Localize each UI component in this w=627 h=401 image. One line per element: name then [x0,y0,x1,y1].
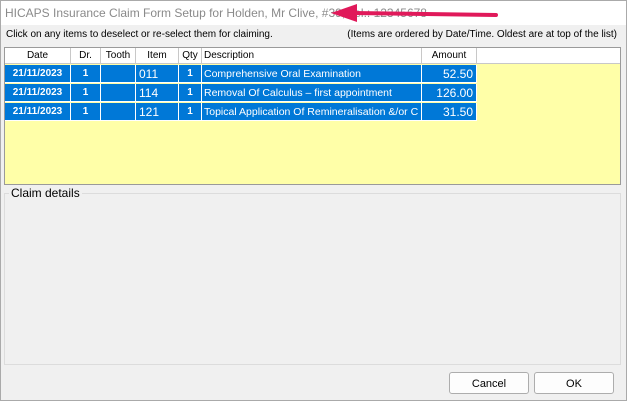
claim-details-label: Claim details [9,186,82,200]
title-bar[interactable]: HICAPS Insurance Claim Form Setup for Ho… [1,1,626,25]
cell-dr: 1 [71,103,101,121]
cell-qty: 1 [179,84,202,102]
cell-qty: 1 [179,103,202,121]
column-header-amount[interactable]: Amount [422,48,477,64]
cancel-button[interactable]: Cancel [449,372,529,394]
cell-tooth [101,103,136,121]
claim-items-grid[interactable]: Date Dr. Tooth Item Qty Description Amou… [4,47,621,185]
cell-qty: 1 [179,65,202,83]
column-header-description[interactable]: Description [202,48,422,64]
cell-item: 121 [136,103,179,121]
cell-description: Topical Application Of Remineralisation … [202,103,422,121]
cell-amount: 52.50 [422,65,477,83]
cell-item: 114 [136,84,179,102]
annotation-arrow-icon [331,4,498,22]
claim-details-group [4,193,621,365]
cell-item: 011 [136,65,179,83]
column-header-date[interactable]: Date [5,48,71,64]
column-header-tooth[interactable]: Tooth [101,48,136,64]
cell-amount: 31.50 [422,103,477,121]
cell-dr: 1 [71,65,101,83]
column-header-dr[interactable]: Dr. [71,48,101,64]
cell-date: 21/11/2023 [5,103,71,121]
ok-button[interactable]: OK [534,372,614,394]
cell-description: Removal Of Calculus – first appointment [202,84,422,102]
table-row[interactable]: 21/11/2023 1 114 1 Removal Of Calculus –… [5,84,477,102]
cell-amount: 126.00 [422,84,477,102]
cell-date: 21/11/2023 [5,65,71,83]
cell-description: Comprehensive Oral Examination [202,65,422,83]
cell-dr: 1 [71,84,101,102]
table-row[interactable]: 21/11/2023 1 011 1 Comprehensive Oral Ex… [5,65,477,83]
cell-tooth [101,65,136,83]
cell-date: 21/11/2023 [5,84,71,102]
instruction-text: Click on any items to deselect or re-sel… [6,29,273,40]
cell-tooth [101,84,136,102]
claim-form-dialog: HICAPS Insurance Claim Form Setup for Ho… [0,0,627,401]
table-row[interactable]: 21/11/2023 1 121 1 Topical Application O… [5,103,477,121]
column-header-qty[interactable]: Qty [179,48,202,64]
column-header-item[interactable]: Item [136,48,179,64]
ordering-note: (Items are ordered by Date/Time. Oldest … [347,29,617,40]
header-filler [477,48,620,64]
grid-header: Date Dr. Tooth Item Qty Description Amou… [5,48,620,65]
